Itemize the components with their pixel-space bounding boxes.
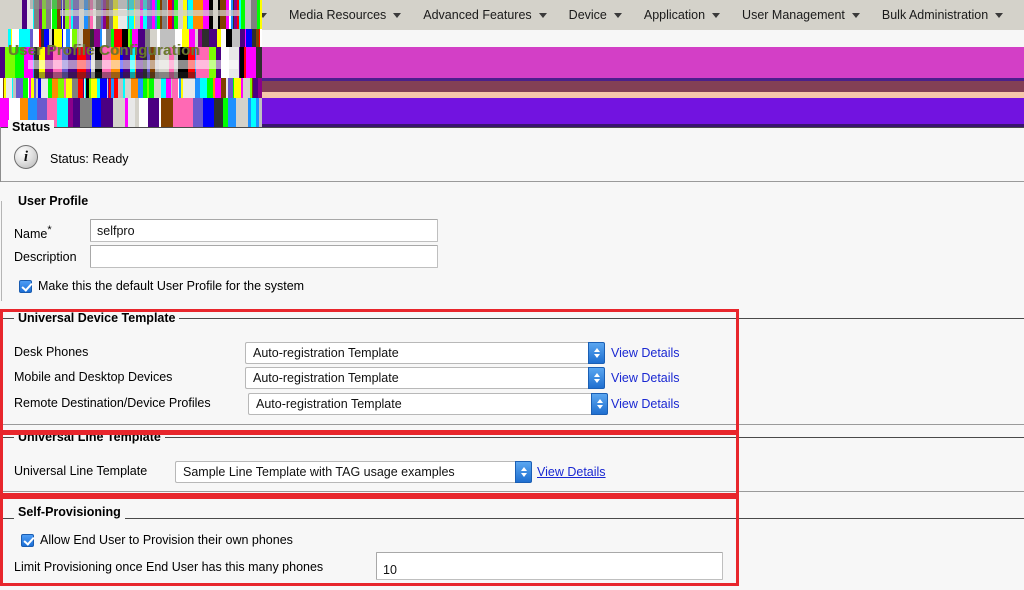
allow-self-provision-checkbox[interactable] <box>21 533 34 547</box>
desk-phones-label: Desk Phones <box>14 345 89 359</box>
default-user-profile-checkbox[interactable] <box>19 279 32 293</box>
glitch-stripe <box>246 29 252 47</box>
menu-item-label: Advanced Features <box>423 8 532 22</box>
chevron-down-icon <box>712 12 721 18</box>
glitch-stripe <box>260 29 262 47</box>
remote-destination-view-details-link[interactable]: View Details <box>611 397 680 411</box>
self-provisioning-top-rule <box>0 518 1024 519</box>
glitch-stripe <box>252 29 256 47</box>
chevron-updown-icon[interactable] <box>591 393 608 415</box>
chevron-down-icon <box>851 12 860 18</box>
device-template-legend: Universal Device Template <box>14 311 180 325</box>
glitch-stripe <box>256 29 259 47</box>
chevron-down-icon <box>393 12 402 18</box>
status-message: Status: Ready <box>50 152 129 166</box>
glitch-stripe <box>209 29 217 47</box>
glitch-stripe <box>240 29 245 47</box>
remote-destination-select-value: Auto-registration Template <box>248 393 591 415</box>
allow-self-provision-checkbox-row[interactable]: Allow End User to Provision their own ph… <box>21 533 293 547</box>
menu-item-label: User Management <box>742 8 845 22</box>
name-label: Name* <box>14 224 52 242</box>
universal-line-template-select-value: Sample Line Template with TAG usage exam… <box>175 461 515 483</box>
glitch-stripe <box>221 29 226 47</box>
menu-item-call-routing[interactable]: Call Routing <box>123 0 278 30</box>
user-profile-legend: User Profile <box>14 194 93 208</box>
mobile-desktop-select-value: Auto-registration Template <box>245 367 588 389</box>
status-fieldset-left-rule <box>0 127 1 182</box>
page-title: User Profile Configuration <box>8 42 200 59</box>
glitch-stripe <box>245 29 246 47</box>
status-fieldset-top-rule <box>0 127 1024 128</box>
menu-item-label: Application <box>643 8 706 22</box>
description-input[interactable] <box>90 245 438 268</box>
decor-band-violet <box>0 98 1024 124</box>
status-legend: Status <box>8 120 55 134</box>
menu-item-advanced-features[interactable]: Advanced Features <box>412 0 557 30</box>
menu-item-system[interactable]: System <box>0 0 123 30</box>
allow-self-provision-label: Allow End User to Provision their own ph… <box>40 533 293 547</box>
chevron-down-icon <box>259 12 267 18</box>
menu-item-bulk-administration[interactable]: Bulk Administration <box>871 0 1014 30</box>
remote-destination-label: Remote Destination/Device Profiles <box>14 396 211 410</box>
glitch-stripe <box>232 29 240 47</box>
status-fieldset-bottom-rule <box>0 181 1024 182</box>
menu-item-label: Media Resources <box>289 8 387 22</box>
name-input[interactable] <box>90 219 438 242</box>
description-label: Description <box>14 250 77 264</box>
glitch-stripe <box>259 29 260 47</box>
chevron-updown-icon[interactable] <box>515 461 532 483</box>
glitch-stripe <box>0 29 8 47</box>
main-menu-bar: SystemCall Routing Media Resources Advance… <box>0 0 1024 30</box>
desk-phones-view-details-link[interactable]: View Details <box>611 346 680 360</box>
menu-item-device[interactable]: Device <box>558 0 633 30</box>
desk-phones-select[interactable]: Auto-registration Template <box>245 342 605 364</box>
info-icon: i <box>14 145 38 169</box>
menu-item-label: Bulk Administration <box>881 8 989 22</box>
mobile-desktop-view-details-link[interactable]: View Details <box>611 371 680 385</box>
required-marker: * <box>47 224 52 236</box>
remote-destination-select[interactable]: Auto-registration Template <box>248 393 608 415</box>
menu-item-media-resources[interactable]: Media Resources <box>278 0 412 30</box>
glitch-stripe <box>217 29 221 47</box>
menu-item-application[interactable]: Application <box>633 0 731 30</box>
user-profile-left-rule <box>1 201 2 301</box>
limit-provisioning-input[interactable] <box>376 552 723 580</box>
menu-item-user-management[interactable]: User Management <box>731 0 871 30</box>
default-user-profile-label: Make this the default User Profile for t… <box>38 279 305 293</box>
chevron-down-icon <box>995 12 1004 18</box>
universal-line-template-label: Universal Line Template <box>14 464 148 478</box>
menu-item-label: Device <box>568 8 607 22</box>
chevron-updown-icon[interactable] <box>588 342 605 364</box>
chevron-updown-icon[interactable] <box>588 367 605 389</box>
default-user-profile-checkbox-row[interactable]: Make this the default User Profile for t… <box>19 279 304 293</box>
decor-band-maroon <box>0 81 1024 92</box>
menu-item-help[interactable]: Help <box>1014 0 1024 30</box>
line-template-legend: Universal Line Template <box>14 430 165 444</box>
chevron-down-icon <box>538 12 547 18</box>
self-provisioning-legend: Self-Provisioning <box>14 505 125 519</box>
limit-provisioning-label: Limit Provisioning once End User has thi… <box>14 560 324 574</box>
chevron-down-icon <box>104 12 112 18</box>
mobile-desktop-label: Mobile and Desktop Devices <box>14 370 173 384</box>
mobile-desktop-select[interactable]: Auto-registration Template <box>245 367 605 389</box>
glitch-stripe <box>226 29 232 47</box>
chevron-down-icon <box>613 12 622 18</box>
line-template-bottom-rule <box>0 491 1024 492</box>
desk-phones-select-value: Auto-registration Template <box>245 342 588 364</box>
device-template-bottom-rule <box>0 424 1024 425</box>
glitch-stripe <box>202 29 209 47</box>
line-template-view-details-link[interactable]: View Details <box>537 465 606 479</box>
universal-line-template-select[interactable]: Sample Line Template with TAG usage exam… <box>175 461 532 483</box>
